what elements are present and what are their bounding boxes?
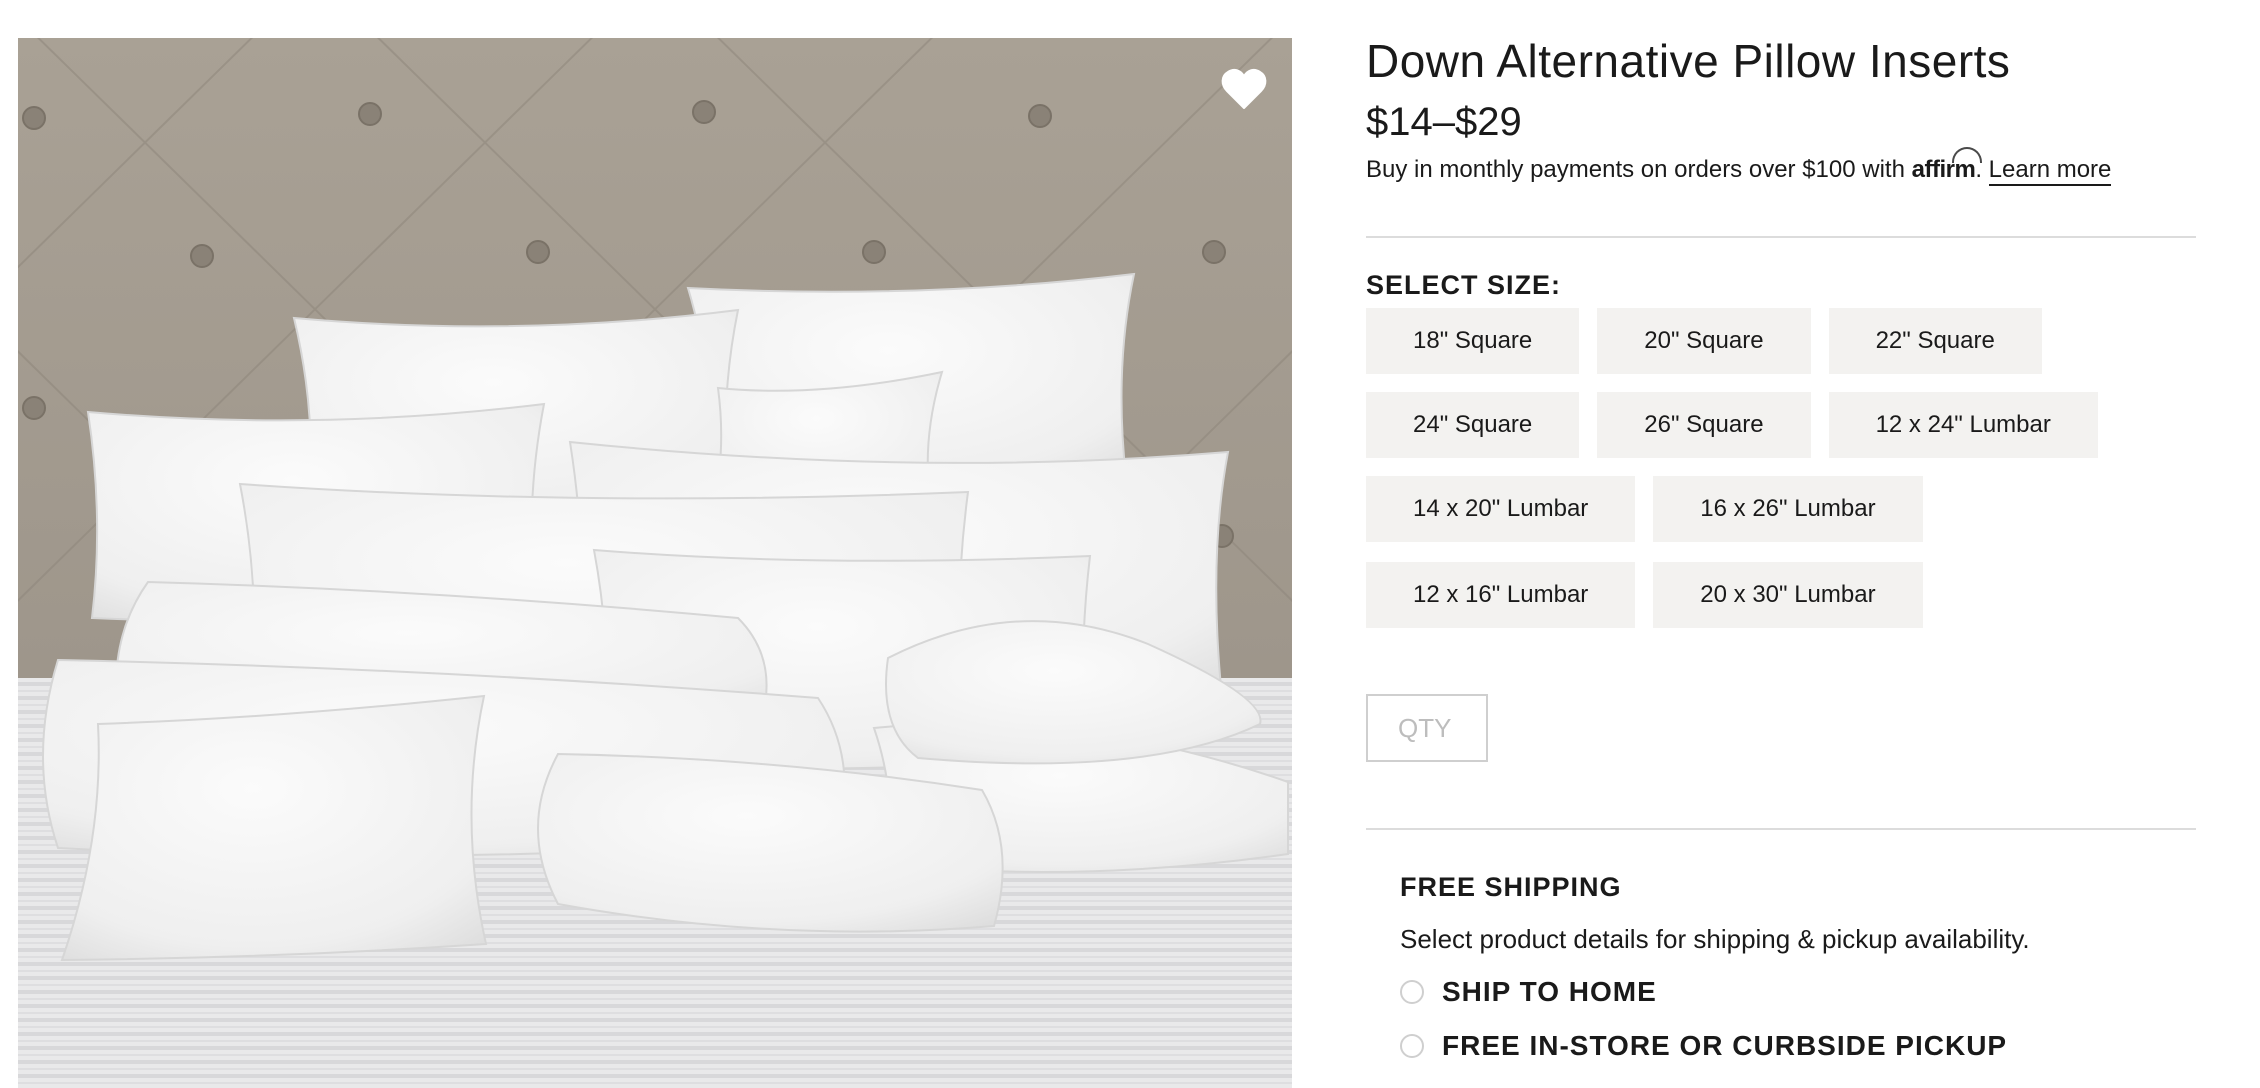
size-row: 24" Square 26" Square 12 x 24" Lumbar bbox=[1366, 392, 2196, 458]
size-option-18-square[interactable]: 18" Square bbox=[1366, 308, 1580, 374]
size-option-24-square[interactable]: 24" Square bbox=[1366, 392, 1580, 458]
size-option-22-square[interactable]: 22" Square bbox=[1828, 308, 2042, 374]
product-details: Down Alternative Pillow Inserts $14–$29 … bbox=[1366, 0, 2196, 1088]
shipping-heading: FREE SHIPPING bbox=[1400, 872, 1622, 902]
affirm-arc-icon bbox=[1951, 147, 1982, 163]
divider bbox=[1366, 828, 2196, 830]
product-price: $14–$29 bbox=[1366, 100, 1522, 144]
product-photo bbox=[18, 38, 1292, 1088]
heart-icon bbox=[1221, 68, 1267, 109]
store-pickup-label: FREE IN-STORE OR CURBSIDE PICKUP bbox=[1442, 1030, 2008, 1061]
size-option-14x20-lumbar[interactable]: 14 x 20" Lumbar bbox=[1366, 476, 1636, 542]
size-option-12x24-lumbar[interactable]: 12 x 24" Lumbar bbox=[1828, 392, 2098, 458]
learn-more-link[interactable]: Learn more bbox=[1988, 156, 2112, 186]
ship-to-home-label: SHIP TO HOME bbox=[1442, 976, 1657, 1007]
size-option-20x30-lumbar[interactable]: 20 x 30" Lumbar bbox=[1653, 562, 1923, 628]
size-option-16x26-lumbar[interactable]: 16 x 26" Lumbar bbox=[1653, 476, 1923, 542]
size-option-20-square[interactable]: 20" Square bbox=[1597, 308, 1811, 374]
ship-to-home-option[interactable]: SHIP TO HOME bbox=[1400, 976, 1657, 1008]
quantity-input[interactable] bbox=[1366, 694, 1488, 762]
ship-to-home-radio[interactable] bbox=[1400, 980, 1424, 1004]
favorite-button[interactable] bbox=[1216, 62, 1272, 116]
size-options: 18" Square 20" Square 22" Square 24" Squ… bbox=[1366, 308, 2196, 646]
size-row: 14 x 20" Lumbar 16 x 26" Lumbar bbox=[1366, 476, 2196, 542]
product-title: Down Alternative Pillow Inserts bbox=[1366, 35, 2011, 87]
size-option-26-square[interactable]: 26" Square bbox=[1597, 392, 1811, 458]
financing-text: Buy in monthly payments on orders over $… bbox=[1366, 156, 1912, 183]
size-row: 18" Square 20" Square 22" Square bbox=[1366, 308, 2196, 374]
store-pickup-option[interactable]: FREE IN-STORE OR CURBSIDE PICKUP bbox=[1400, 1030, 2007, 1062]
size-heading: SELECT SIZE: bbox=[1366, 270, 1562, 300]
size-row: 12 x 16" Lumbar 20 x 30" Lumbar bbox=[1366, 562, 2196, 628]
size-option-12x16-lumbar[interactable]: 12 x 16" Lumbar bbox=[1366, 562, 1636, 628]
shipping-note: Select product details for shipping & pi… bbox=[1400, 924, 2030, 954]
divider bbox=[1366, 236, 2196, 238]
financing-message: Buy in monthly payments on orders over $… bbox=[1366, 147, 2112, 186]
affirm-logo: affirm bbox=[1912, 147, 1982, 183]
store-pickup-radio[interactable] bbox=[1400, 1034, 1424, 1058]
product-image[interactable] bbox=[18, 38, 1292, 1088]
